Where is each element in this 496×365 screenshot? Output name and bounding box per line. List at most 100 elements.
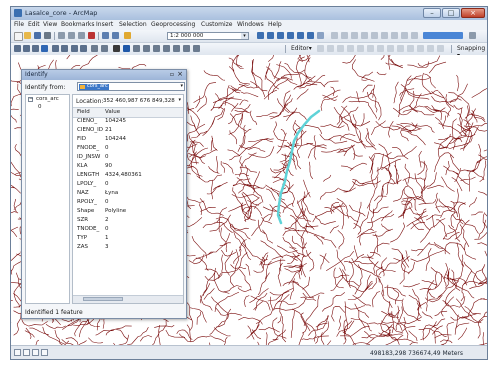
map-scale-combo[interactable]: 1:2 000 000 ▾ — [167, 32, 249, 40]
color-swatch-icon[interactable] — [423, 32, 463, 39]
edit-tool-icon[interactable] — [407, 45, 414, 52]
delete-icon[interactable] — [88, 32, 95, 39]
editor-toolbar-icon[interactable] — [257, 32, 264, 39]
redo-icon[interactable] — [112, 32, 119, 39]
table-of-contents-icon[interactable] — [267, 32, 274, 39]
hyperlink-icon[interactable] — [133, 45, 140, 52]
edit-tool-icon[interactable] — [327, 45, 334, 52]
menu-selection[interactable]: Selection — [119, 21, 147, 28]
chevron-down-icon[interactable]: ▾ — [178, 97, 181, 103]
open-folder-icon[interactable] — [24, 32, 31, 39]
attribute-row[interactable]: CIENO_ID 21 — [73, 126, 183, 135]
edit-tool-icon[interactable] — [377, 45, 384, 52]
attribute-row[interactable]: LENGTH 4324,480361 — [73, 171, 183, 180]
layout-tool-icon[interactable] — [371, 32, 378, 39]
edit-tool-icon[interactable] — [397, 45, 404, 52]
select-features-icon[interactable] — [91, 45, 98, 52]
edit-tool-icon[interactable] — [437, 45, 444, 52]
menu-bookmarks[interactable]: Bookmarks — [61, 21, 95, 28]
model-builder-icon[interactable] — [317, 32, 324, 39]
data-view-icon[interactable] — [14, 349, 21, 356]
attribute-row[interactable]: FNODE_ 0 — [73, 144, 183, 153]
layout-tool-icon[interactable] — [341, 32, 348, 39]
edit-tool-icon[interactable] — [367, 45, 374, 52]
back-extent-icon[interactable] — [71, 45, 78, 52]
title-bar[interactable]: Lasalce_core - ArcMap – □ × — [11, 7, 487, 20]
layout-tool-icon[interactable] — [411, 32, 418, 39]
layout-tool-icon[interactable] — [381, 32, 388, 39]
edit-tool-icon[interactable] — [317, 45, 324, 52]
save-icon[interactable] — [34, 32, 41, 39]
identify-from-dropdown[interactable]: cors_arc ▾ — [77, 82, 185, 91]
menu-customize[interactable]: Customize — [201, 21, 233, 28]
auto-hide-icon[interactable]: ▫ — [170, 71, 174, 78]
arctoolbox-icon[interactable] — [297, 32, 304, 39]
attribute-row[interactable]: CIENO_ 104245 — [73, 117, 183, 126]
tree-layer-node[interactable]: cors_arc — [36, 96, 59, 102]
fixed-zoom-icon[interactable] — [52, 45, 59, 52]
select-elements-icon[interactable] — [113, 45, 120, 52]
menu-geoprocessing[interactable]: Geoprocessing — [151, 21, 195, 28]
search-icon[interactable] — [287, 32, 294, 39]
layout-tool-icon[interactable] — [361, 32, 368, 39]
layout-tool-icon[interactable] — [391, 32, 398, 39]
layout-tool-icon[interactable] — [331, 32, 338, 39]
add-data-icon[interactable] — [124, 32, 131, 39]
attribute-row[interactable]: ZAS 3 — [73, 243, 183, 252]
layout-tool-icon[interactable] — [401, 32, 408, 39]
layout-tool-icon[interactable] — [351, 32, 358, 39]
attribute-row[interactable]: TNODE_ 0 — [73, 225, 183, 234]
close-button[interactable]: × — [461, 8, 485, 18]
layout-view-icon[interactable] — [23, 349, 30, 356]
toolbar-options-icon[interactable] — [469, 32, 476, 39]
measure-icon[interactable] — [153, 45, 160, 52]
attribute-row[interactable]: TYP 1 — [73, 234, 183, 243]
zoom-in-icon[interactable] — [14, 45, 21, 52]
field-column-header[interactable]: Field — [77, 109, 90, 115]
full-extent-icon[interactable] — [41, 45, 48, 52]
attribute-row[interactable]: RPOLY_ 0 — [73, 198, 183, 207]
cut-icon[interactable] — [58, 32, 65, 39]
editor-menu[interactable]: Editor▾ — [291, 45, 312, 52]
edit-tool-icon[interactable] — [427, 45, 434, 52]
zoom-out-icon[interactable] — [23, 45, 30, 52]
attribute-row[interactable]: Shape Polyline — [73, 207, 183, 216]
scrollbar-thumb[interactable] — [83, 297, 123, 301]
refresh-icon[interactable] — [32, 349, 39, 356]
maximize-button[interactable]: □ — [442, 8, 460, 18]
edit-tool-icon[interactable] — [387, 45, 394, 52]
clear-selection-icon[interactable] — [101, 45, 108, 52]
undo-icon[interactable] — [102, 32, 109, 39]
new-document-icon[interactable] — [14, 32, 23, 41]
attribute-row[interactable]: FID 104244 — [73, 135, 183, 144]
catalog-icon[interactable] — [277, 32, 284, 39]
edit-tool-icon[interactable] — [337, 45, 344, 52]
menu-help[interactable]: Help — [268, 21, 282, 28]
paste-icon[interactable] — [78, 32, 85, 39]
pan-icon[interactable] — [32, 45, 39, 52]
menu-view[interactable]: View — [43, 21, 57, 28]
time-slider-icon[interactable] — [193, 45, 200, 52]
attribute-row[interactable]: LPOLY_ 0 — [73, 180, 183, 189]
edit-tool-icon[interactable] — [347, 45, 354, 52]
horizontal-scrollbar[interactable] — [73, 295, 183, 303]
find-icon[interactable] — [163, 45, 170, 52]
chevron-down-icon[interactable]: ▾ — [241, 33, 248, 39]
attribute-row[interactable]: ID_JNSW 0 — [73, 153, 183, 162]
close-icon[interactable]: × — [177, 70, 183, 78]
forward-extent-icon[interactable] — [80, 45, 87, 52]
go-to-xy-icon[interactable] — [183, 45, 190, 52]
collapse-icon[interactable]: − — [28, 97, 33, 102]
menu-file[interactable]: File — [14, 21, 24, 28]
menu-edit[interactable]: Edit — [28, 21, 40, 28]
fixed-zoom-icon[interactable] — [61, 45, 68, 52]
menu-windows[interactable]: Windows — [237, 21, 264, 28]
python-icon[interactable] — [307, 32, 314, 39]
menu-insert[interactable]: Insert — [96, 21, 113, 28]
identify-title-bar[interactable]: Identify ▫ × — [22, 70, 186, 80]
attribute-row[interactable]: KLA 90 — [73, 162, 183, 171]
minimize-button[interactable]: – — [423, 8, 441, 18]
print-icon[interactable] — [44, 32, 51, 39]
identify-icon[interactable] — [123, 45, 130, 52]
copy-icon[interactable] — [68, 32, 75, 39]
